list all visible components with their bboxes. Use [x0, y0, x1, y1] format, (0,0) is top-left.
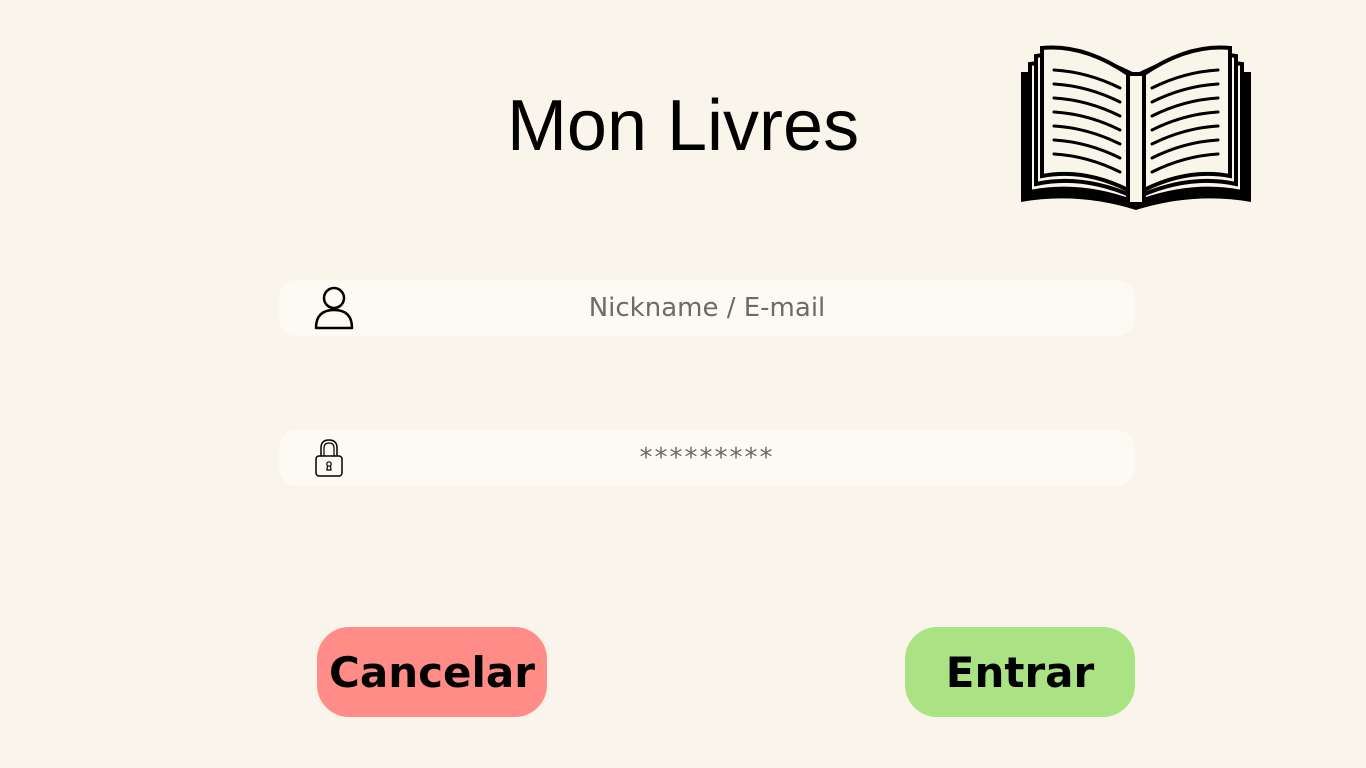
password-field[interactable]: [279, 430, 1135, 486]
cancel-button[interactable]: Cancelar: [317, 627, 547, 717]
username-field[interactable]: [279, 280, 1135, 336]
login-screen: Mon Livres Nickname / E-mail Cancelar En…: [0, 0, 1366, 768]
password-input[interactable]: [279, 430, 1135, 486]
username-input[interactable]: [279, 280, 1135, 336]
open-book-icon: [1018, 42, 1254, 214]
app-title: Mon Livres: [506, 86, 860, 166]
enter-button[interactable]: Entrar: [905, 627, 1135, 717]
